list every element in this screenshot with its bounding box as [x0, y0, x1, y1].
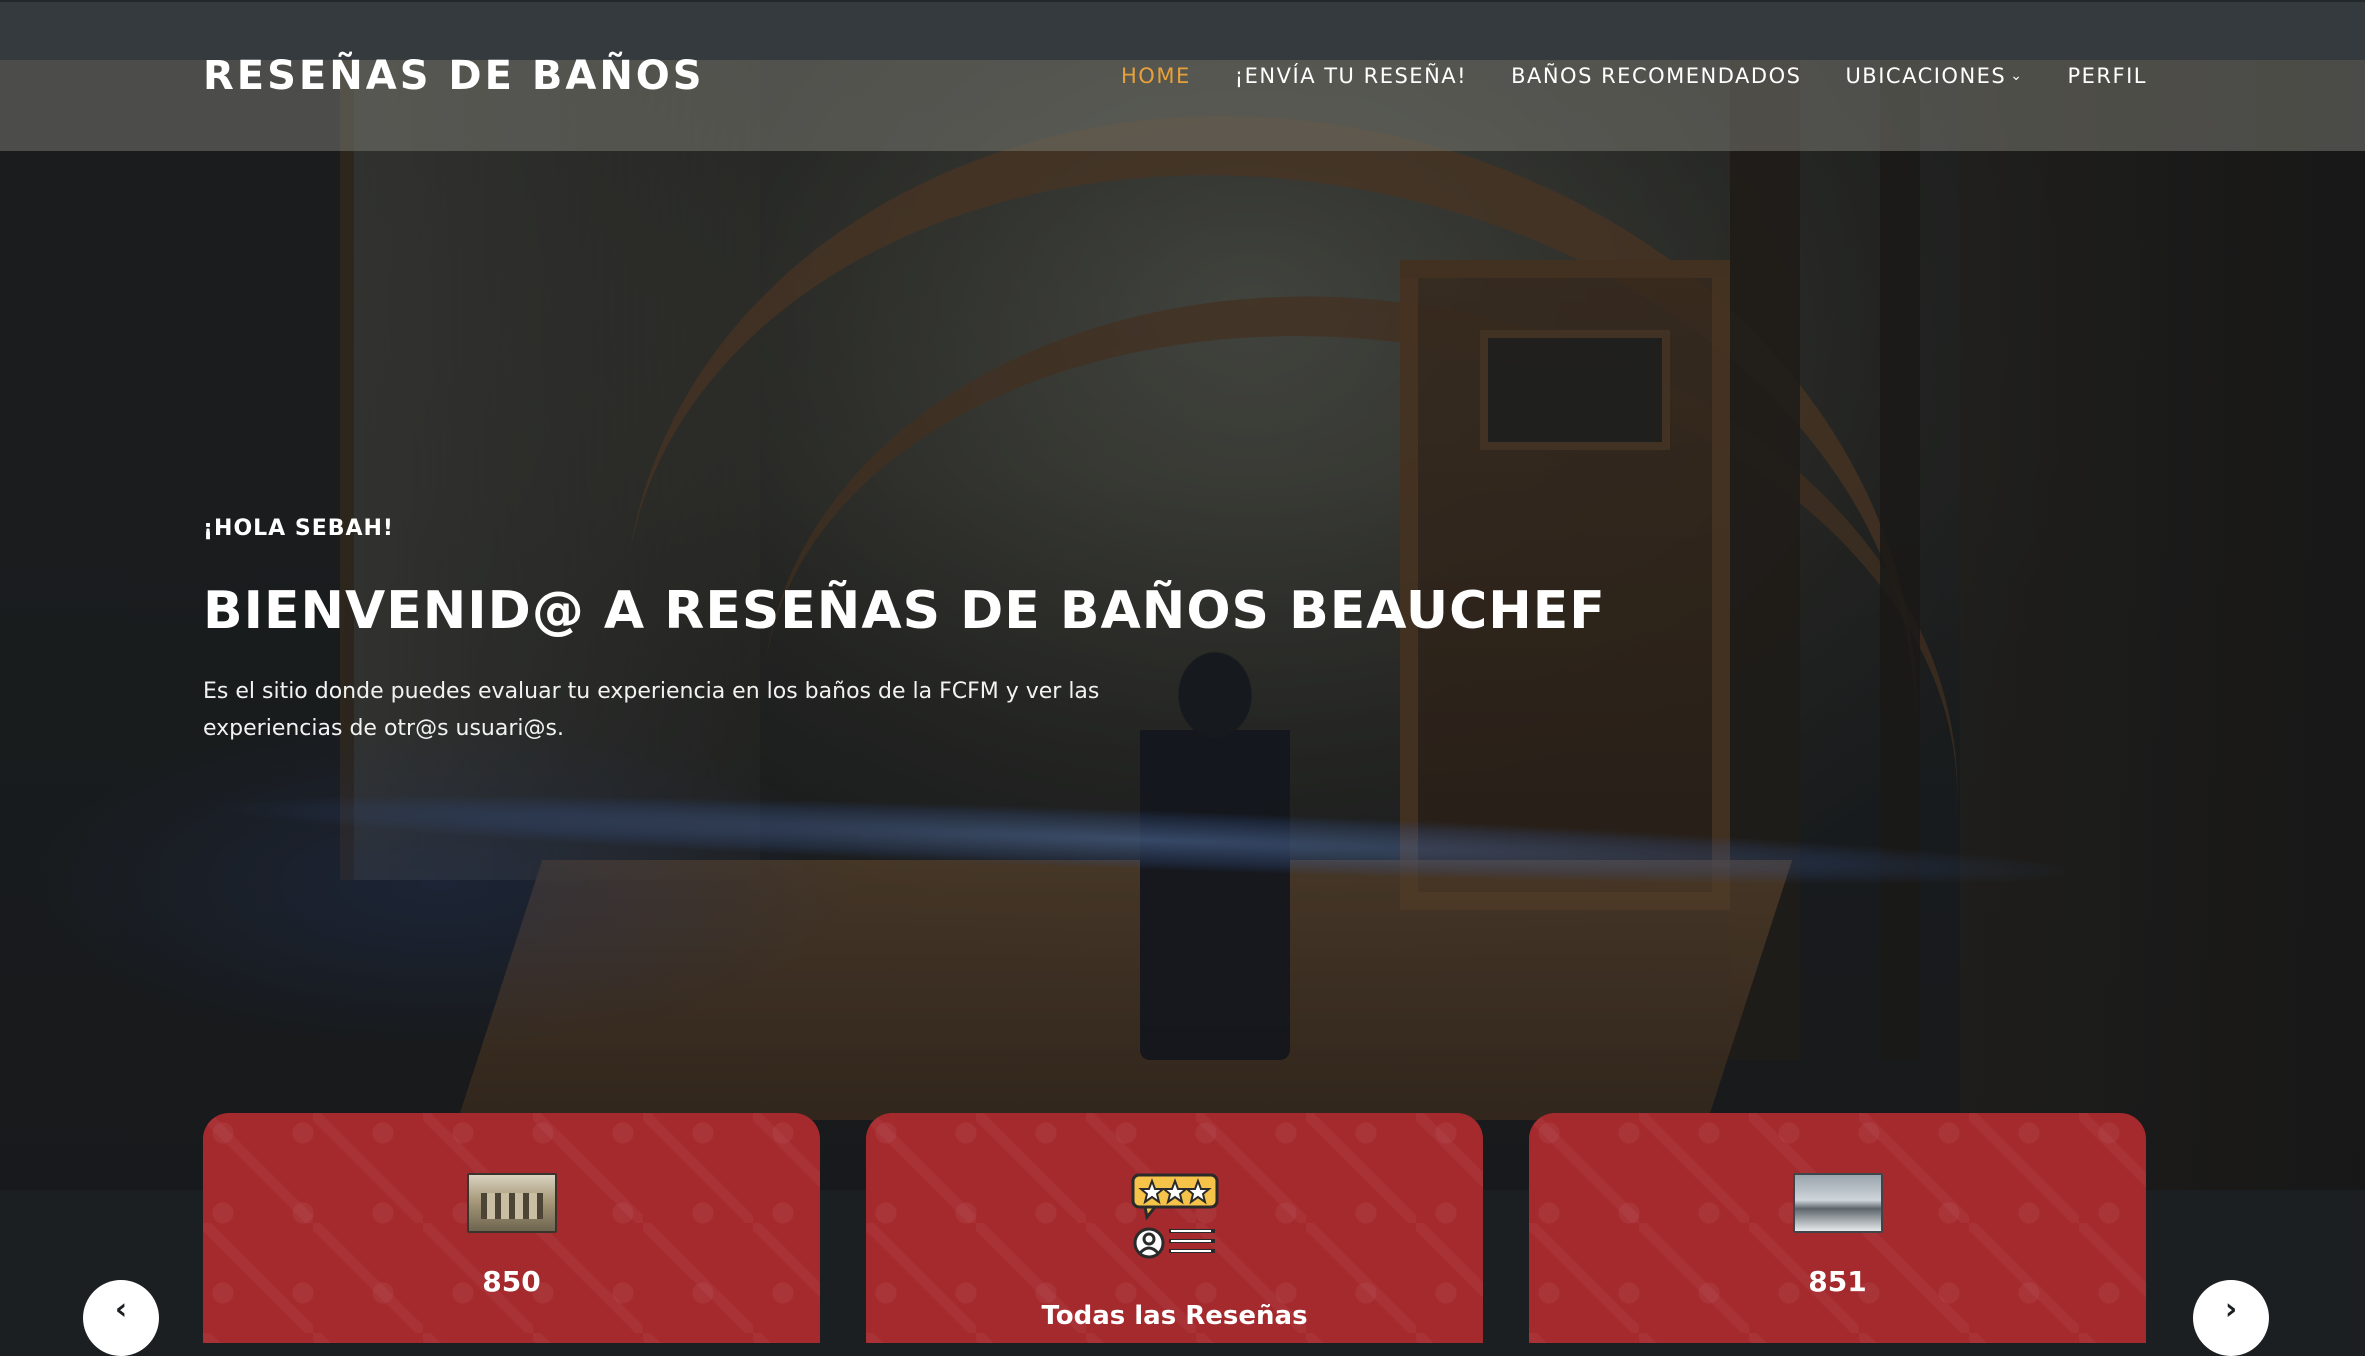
card-label: 851	[1808, 1265, 1867, 1298]
building-photo-icon	[1792, 1173, 1883, 1233]
nav-send-review[interactable]: ¡ENVÍA TU RESEÑA!	[1235, 58, 1467, 94]
nav-locations-label: UBICACIONES	[1845, 64, 2007, 88]
building-photo-icon	[466, 1173, 557, 1233]
card-851[interactable]: 851	[1529, 1113, 2146, 1343]
nav-locations[interactable]: UBICACIONES ⌄	[1845, 58, 2023, 94]
chevron-right-icon: ›	[2224, 1292, 2238, 1327]
nav-home[interactable]: HOME	[1121, 58, 1191, 94]
nav-recommended[interactable]: BAÑOS RECOMENDADOS	[1511, 58, 1801, 94]
chevron-left-icon: ‹	[114, 1292, 128, 1327]
card-label: 850	[482, 1265, 541, 1298]
chevron-down-icon: ⌄	[2010, 68, 2024, 84]
hero-greeting: ¡HOLA SEBAH!	[203, 516, 394, 541]
hero-headline: BIENVENID@ A RESEÑAS DE BAÑOS BEAUCHEF	[203, 581, 1606, 641]
hero-lead: Es el sitio donde puedes evaluar tu expe…	[203, 679, 1100, 741]
nav-profile-label: PERFIL	[2067, 64, 2147, 88]
card-label: Todas las Reseñas	[1041, 1301, 1308, 1331]
main-nav: HOME ¡ENVÍA TU RESEÑA! BAÑOS RECOMENDADO…	[1121, 58, 2147, 94]
carousel-prev-button[interactable]: ‹	[83, 1280, 159, 1356]
nav-home-label: HOME	[1121, 64, 1191, 88]
card-all-reviews[interactable]: Todas las Reseñas	[866, 1113, 1483, 1343]
nav-send-review-label: ¡ENVÍA TU RESEÑA!	[1234, 64, 1468, 88]
card-850[interactable]: 850	[203, 1113, 820, 1343]
cards-carousel: 850 Todas las Reseñas 851	[203, 1113, 2146, 1343]
carousel-next-button[interactable]: ›	[2193, 1280, 2269, 1356]
nav-profile[interactable]: PERFIL	[2068, 58, 2148, 94]
reviews-icon	[1131, 1173, 1218, 1259]
site-logo[interactable]: RESEÑAS DE BAÑOS	[203, 50, 705, 102]
nav-recommended-label: BAÑOS RECOMENDADOS	[1511, 64, 1802, 88]
